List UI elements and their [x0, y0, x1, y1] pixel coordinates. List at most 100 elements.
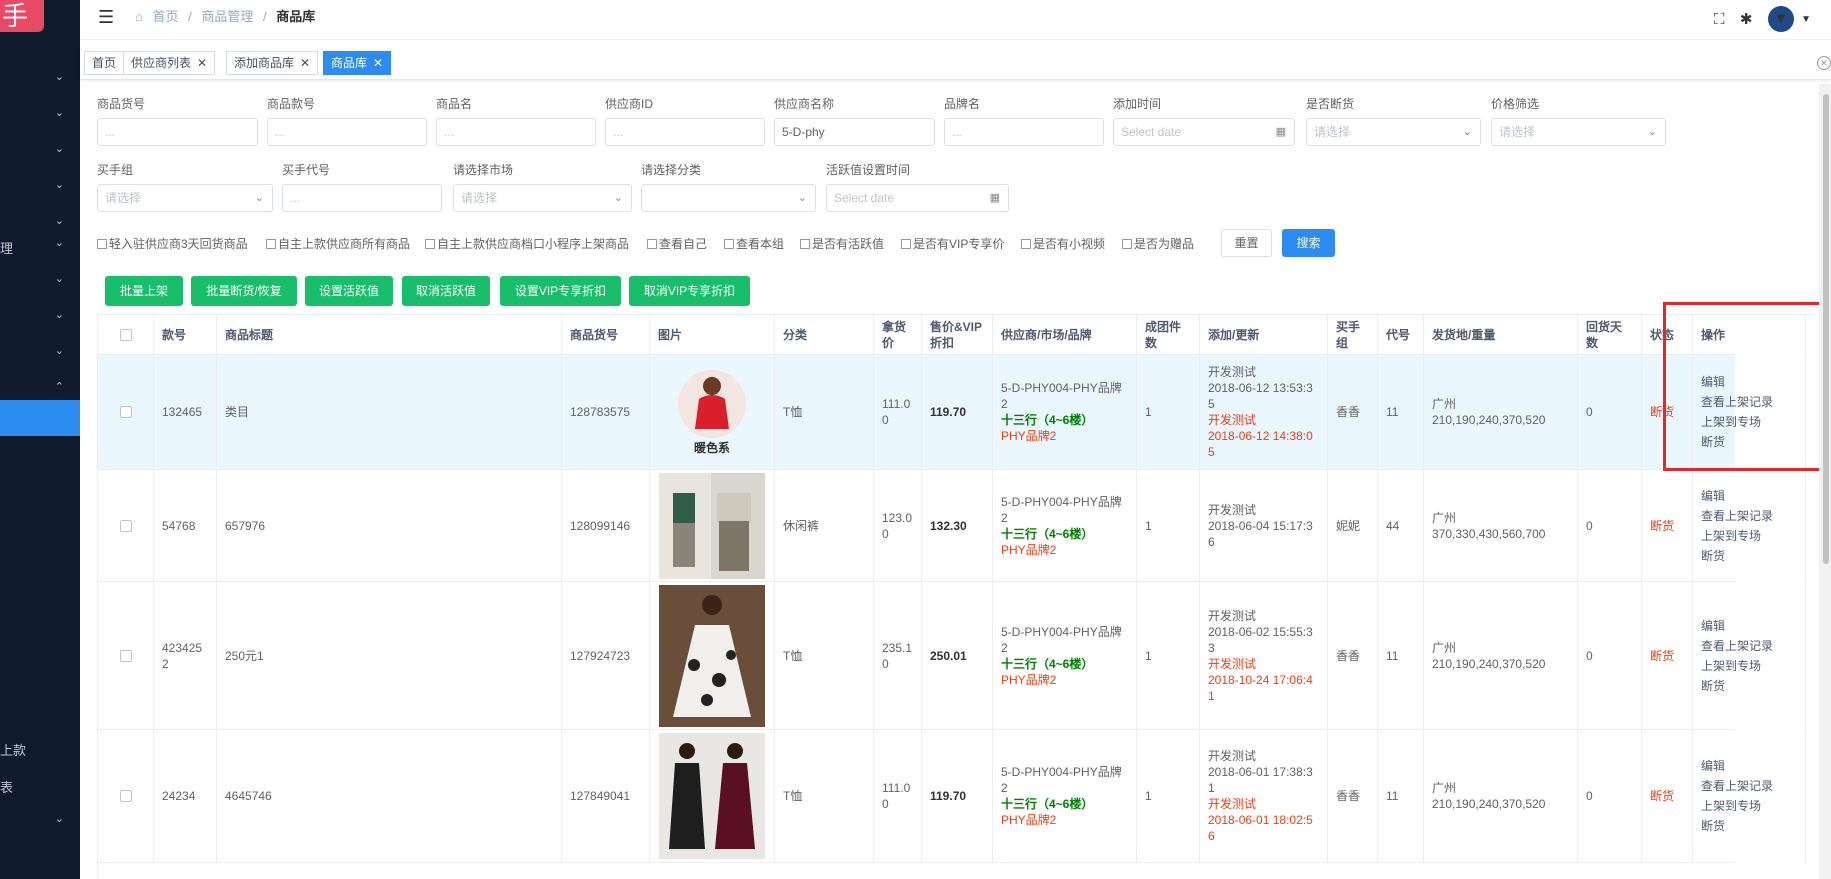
- breadcrumb-home[interactable]: 首页: [152, 9, 178, 24]
- sidebar-item-management[interactable]: 理 ⌄: [0, 228, 80, 264]
- tab-add-goods[interactable]: 添加商品库 ✕: [226, 51, 319, 75]
- product-image[interactable]: [658, 582, 766, 729]
- tab-supplier-list[interactable]: 供应商列表 ✕: [123, 51, 216, 75]
- edit-link[interactable]: 编辑: [1701, 486, 1797, 506]
- row-checkbox[interactable]: [119, 519, 132, 532]
- list-to-special-link[interactable]: 上架到专场: [1701, 796, 1797, 816]
- table-row[interactable]: 24234 4645746 127849041 T恤 111.00 119.70 5-D-P…: [98, 730, 1806, 863]
- table-row[interactable]: 4234252 250元1 127924723 T恤 235.10 250.01 5-D-P…: [98, 582, 1806, 730]
- close-icon[interactable]: ✕: [300, 56, 310, 70]
- view-listing-record-link[interactable]: 查看上架记录: [1701, 506, 1797, 526]
- header-add-update[interactable]: 添加/更新: [1208, 327, 1319, 343]
- header-style-no[interactable]: 款号: [162, 327, 208, 343]
- checkbox-has-video[interactable]: 是否有小视频: [1021, 235, 1105, 252]
- checkbox-has-active[interactable]: 是否有活跃值: [800, 235, 884, 252]
- mark-out-of-stock-link[interactable]: 断货: [1701, 432, 1797, 452]
- batch-list-button[interactable]: 批量上架: [105, 276, 183, 306]
- checkbox-is-gift[interactable]: 是否为赠品: [1122, 235, 1194, 252]
- mark-out-of-stock-link[interactable]: 断货: [1701, 816, 1797, 836]
- out-of-stock-select[interactable]: 请选择 ⌄: [1306, 118, 1481, 146]
- product-image[interactable]: [658, 730, 766, 862]
- category-select[interactable]: ⌄: [641, 184, 816, 212]
- mark-out-of-stock-link[interactable]: 断货: [1701, 676, 1797, 696]
- checkbox-light-supplier[interactable]: 轻入驻供应商3天回货商品: [97, 235, 248, 252]
- fullscreen-icon[interactable]: ⛶: [1714, 11, 1725, 28]
- search-button[interactable]: 搜索: [1282, 229, 1335, 257]
- market-select[interactable]: 请选择 ⌄: [453, 184, 632, 212]
- header-return-days[interactable]: 回货天数: [1586, 319, 1633, 351]
- select-all-checkbox[interactable]: [119, 328, 132, 341]
- view-listing-record-link[interactable]: 查看上架记录: [1701, 776, 1797, 796]
- sidebar-item-9[interactable]: ⌄: [0, 336, 80, 372]
- goods-name-input[interactable]: ...: [436, 118, 596, 146]
- header-title[interactable]: 商品标题: [225, 327, 553, 343]
- supplier-id-input[interactable]: ...: [605, 118, 765, 146]
- hamburger-menu-icon[interactable]: ☰: [98, 7, 118, 28]
- checkbox-has-vip[interactable]: 是否有VIP专享价: [901, 235, 1004, 252]
- sidebar-subitem-upload[interactable]: 上款: [0, 730, 80, 766]
- buyer-group-select[interactable]: 请选择 ⌄: [97, 184, 273, 212]
- row-checkbox[interactable]: [119, 406, 132, 418]
- sidebar-item-2[interactable]: ⌄: [0, 98, 80, 134]
- sidebar-item-1[interactable]: ⌄: [0, 62, 80, 98]
- edit-link[interactable]: 编辑: [1701, 616, 1797, 636]
- avatar[interactable]: ▼: [1767, 6, 1794, 32]
- sidebar-subitem-list[interactable]: 表: [0, 767, 80, 803]
- buyer-code-input[interactable]: ...: [282, 184, 442, 212]
- row-checkbox[interactable]: [119, 790, 132, 802]
- cancel-active-button[interactable]: 取消活跃值: [402, 276, 490, 306]
- caret-down-icon[interactable]: ▼: [1801, 14, 1811, 25]
- tab-home[interactable]: 首页: [84, 51, 125, 75]
- mark-out-of-stock-link[interactable]: 断货: [1701, 546, 1797, 566]
- bug-icon[interactable]: ✱: [1740, 10, 1753, 28]
- edit-link[interactable]: 编辑: [1701, 372, 1797, 392]
- sidebar-subitem-active[interactable]: [0, 400, 80, 436]
- table-row[interactable]: 132465 类目 128783575 暖色系 T恤 111.00 119.70 5-D-PH…: [98, 355, 1806, 470]
- list-to-special-link[interactable]: 上架到专场: [1701, 526, 1797, 546]
- set-vip-discount-button[interactable]: 设置VIP专享折扣: [500, 276, 621, 306]
- close-circle-icon[interactable]: ✕: [1817, 56, 1831, 70]
- header-cost[interactable]: 拿货价: [882, 319, 913, 351]
- list-to-special-link[interactable]: 上架到专场: [1701, 656, 1797, 676]
- sidebar-item-3[interactable]: ⌄: [0, 134, 80, 170]
- market-name: 十三行（4~6楼）: [1001, 656, 1094, 671]
- vertical-scrollbar[interactable]: [1819, 84, 1831, 879]
- checkbox-self-upload-all[interactable]: 自主上款供应商所有商品: [266, 235, 410, 252]
- close-icon[interactable]: ✕: [373, 56, 383, 70]
- close-icon[interactable]: ✕: [197, 56, 207, 70]
- supplier-name-input[interactable]: 5-D-phy: [774, 118, 935, 146]
- header-category[interactable]: 分类: [783, 327, 865, 343]
- row-checkbox[interactable]: [119, 649, 132, 662]
- add-time-datepicker[interactable]: Select date ▦: [1113, 118, 1295, 146]
- cancel-vip-discount-button[interactable]: 取消VIP专享折扣: [629, 276, 750, 306]
- style-no-input[interactable]: ...: [267, 118, 427, 146]
- brand-input[interactable]: ...: [944, 118, 1104, 146]
- view-listing-record-link[interactable]: 查看上架记录: [1701, 636, 1797, 656]
- tab-goods-library[interactable]: 商品库 ✕: [323, 51, 392, 75]
- sidebar-item-11[interactable]: ⌄: [0, 804, 80, 840]
- checkbox-view-self[interactable]: 查看自己: [647, 235, 707, 252]
- active-time-datepicker[interactable]: Select date ▦: [826, 184, 1009, 212]
- product-sku: 127924723: [570, 648, 631, 663]
- list-to-special-link[interactable]: 上架到专场: [1701, 412, 1797, 432]
- view-listing-record-link[interactable]: 查看上架记录: [1701, 392, 1797, 412]
- sidebar-item-7[interactable]: ⌄: [0, 264, 80, 300]
- product-image[interactable]: 暖色系: [658, 355, 766, 469]
- sidebar-item-4[interactable]: ⌄: [0, 170, 80, 206]
- table-row[interactable]: 54768 657976 128099146 休闲裤 123.00 132.30 5-D-P…: [98, 470, 1806, 582]
- reset-button[interactable]: 重置: [1221, 229, 1272, 257]
- price-select[interactable]: 请选择 ⌄: [1491, 118, 1666, 146]
- scrollbar-thumb[interactable]: [1823, 94, 1829, 564]
- sidebar-item-8[interactable]: ⌄: [0, 300, 80, 336]
- product-image[interactable]: [658, 470, 766, 581]
- checkbox-view-group[interactable]: 查看本组: [724, 235, 784, 252]
- header-min-qty[interactable]: 成团件数: [1145, 319, 1191, 351]
- checkbox-self-upload-miniprogram[interactable]: 自主上款供应商档口小程序上架商品: [425, 235, 629, 252]
- batch-outofstock-button[interactable]: 批量断货/恢复: [191, 276, 297, 306]
- sku-input[interactable]: ...: [97, 118, 258, 146]
- header-price[interactable]: 售价&VIP折扣: [930, 319, 984, 351]
- set-active-button[interactable]: 设置活跃值: [305, 276, 393, 306]
- edit-link[interactable]: 编辑: [1701, 756, 1797, 776]
- header-sku[interactable]: 商品货号: [570, 327, 641, 343]
- breadcrumb-goods-management[interactable]: 商品管理: [201, 9, 253, 24]
